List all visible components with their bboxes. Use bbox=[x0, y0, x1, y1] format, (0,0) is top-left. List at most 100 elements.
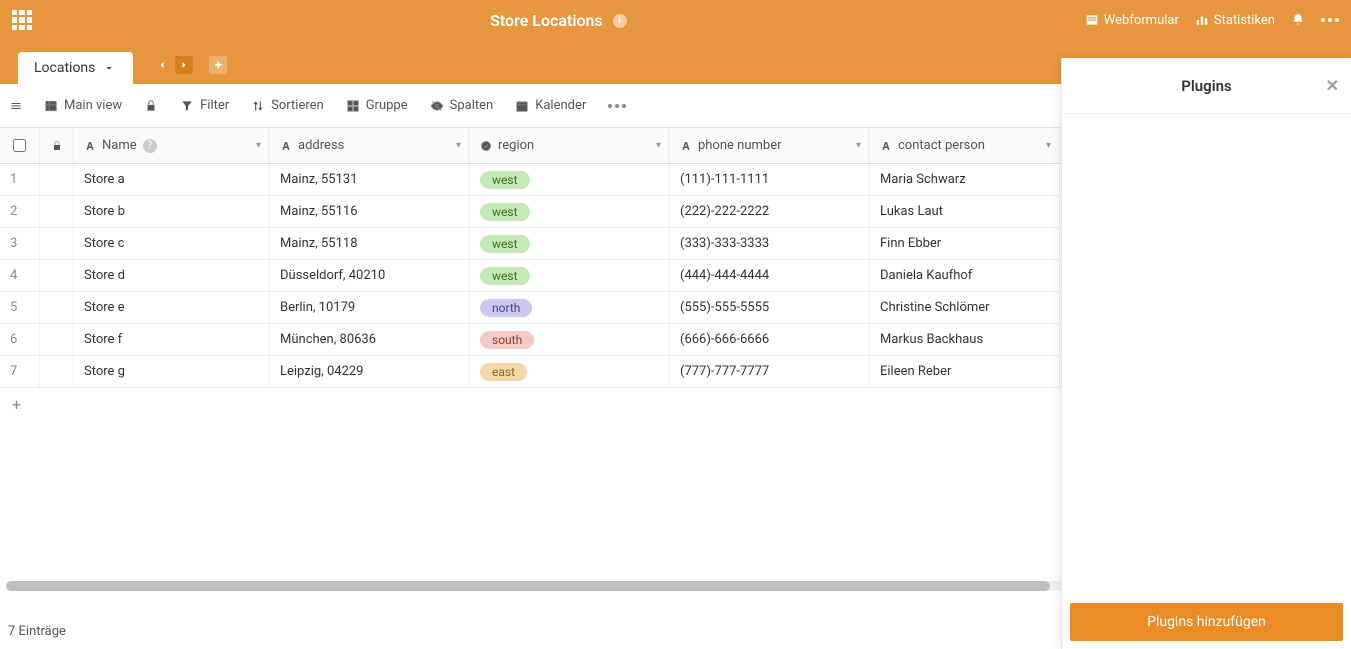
sort-icon bbox=[251, 99, 265, 113]
region-tag: east bbox=[480, 363, 527, 381]
columns-button[interactable]: Spalten bbox=[430, 98, 494, 113]
chevron-down-icon[interactable]: ▾ bbox=[1046, 140, 1051, 151]
text-type-icon bbox=[280, 140, 292, 152]
chart-icon bbox=[1195, 13, 1209, 27]
entries-count: 7 Einträge bbox=[8, 624, 66, 639]
tab-next-arrow[interactable] bbox=[175, 56, 193, 74]
cell-phone[interactable]: (333)-333-3333 bbox=[670, 228, 870, 259]
more-menu-icon[interactable] bbox=[1321, 18, 1339, 22]
header-checkbox[interactable] bbox=[0, 128, 40, 163]
cell-region[interactable]: north bbox=[470, 292, 670, 323]
row-number: 4 bbox=[0, 260, 40, 291]
cell-phone[interactable]: (666)-666-6666 bbox=[670, 324, 870, 355]
column-header-name[interactable]: Name ? ▾ bbox=[74, 128, 270, 163]
chevron-down-icon[interactable]: ▾ bbox=[856, 140, 861, 151]
cell-name[interactable]: Store d bbox=[74, 260, 270, 291]
info-icon[interactable]: i bbox=[613, 14, 627, 28]
tab-prev-arrow[interactable] bbox=[153, 56, 171, 74]
plugins-panel: Plugins ✕ Plugins hinzufügen bbox=[1061, 58, 1351, 649]
plugins-panel-footer: Plugins hinzufügen bbox=[1062, 595, 1351, 649]
sort-button[interactable]: Sortieren bbox=[251, 98, 324, 113]
cell-contact[interactable]: Lukas Laut bbox=[870, 196, 1060, 227]
cell-region[interactable]: east bbox=[470, 356, 670, 387]
cell-region[interactable]: south bbox=[470, 324, 670, 355]
cell-contact[interactable]: Christine Schlömer bbox=[870, 292, 1060, 323]
cell-contact[interactable]: Finn Ebber bbox=[870, 228, 1060, 259]
lock-icon bbox=[51, 140, 63, 152]
cell-phone[interactable]: (111)-111-1111 bbox=[670, 164, 870, 195]
toolbar-more-icon[interactable] bbox=[608, 104, 626, 108]
cell-contact[interactable]: Daniela Kaufhof bbox=[870, 260, 1060, 291]
chevron-down-icon[interactable]: ▾ bbox=[256, 140, 261, 151]
close-icon[interactable]: ✕ bbox=[1326, 76, 1339, 95]
tab-navigation: + bbox=[153, 56, 227, 74]
row-number: 3 bbox=[0, 228, 40, 259]
row-lock-cell bbox=[40, 356, 74, 387]
cell-address[interactable]: Mainz, 55118 bbox=[270, 228, 470, 259]
column-header-region[interactable]: region ▾ bbox=[470, 128, 670, 163]
chevron-down-icon[interactable]: ▾ bbox=[656, 140, 661, 151]
filter-icon bbox=[180, 99, 194, 113]
column-header-phone[interactable]: phone number ▾ bbox=[670, 128, 870, 163]
header-top-bar: Store Locations i Webformular Statistike… bbox=[0, 0, 1351, 40]
header-actions: Webformular Statistiken bbox=[1085, 13, 1339, 28]
column-header-address[interactable]: address ▾ bbox=[270, 128, 470, 163]
stats-link[interactable]: Statistiken bbox=[1195, 13, 1275, 28]
row-number: 5 bbox=[0, 292, 40, 323]
main-view-selector[interactable]: Main view bbox=[44, 98, 122, 113]
cell-address[interactable]: Düsseldorf, 40210 bbox=[270, 260, 470, 291]
column-header-contact[interactable]: contact person ▾ bbox=[870, 128, 1060, 163]
cell-phone[interactable]: (444)-444-4444 bbox=[670, 260, 870, 291]
tab-add-button[interactable]: + bbox=[209, 56, 227, 74]
scrollbar-thumb[interactable] bbox=[6, 581, 1050, 591]
header-lock bbox=[40, 128, 74, 163]
cell-name[interactable]: Store f bbox=[74, 324, 270, 355]
row-lock-cell bbox=[40, 324, 74, 355]
select-all-checkbox[interactable] bbox=[13, 139, 26, 152]
cell-name[interactable]: Store c bbox=[74, 228, 270, 259]
region-tag: west bbox=[480, 267, 530, 285]
webform-link[interactable]: Webformular bbox=[1085, 13, 1179, 28]
cell-contact[interactable]: Maria Schwarz bbox=[870, 164, 1060, 195]
region-tag: south bbox=[480, 331, 534, 349]
cell-name[interactable]: Store g bbox=[74, 356, 270, 387]
lock-icon[interactable] bbox=[144, 99, 158, 113]
cell-address[interactable]: München, 80636 bbox=[270, 324, 470, 355]
menu-icon[interactable] bbox=[10, 100, 22, 112]
cell-address[interactable]: Mainz, 55131 bbox=[270, 164, 470, 195]
row-number: 2 bbox=[0, 196, 40, 227]
cell-region[interactable]: west bbox=[470, 260, 670, 291]
cell-address[interactable]: Berlin, 10179 bbox=[270, 292, 470, 323]
filter-button[interactable]: Filter bbox=[180, 98, 229, 113]
group-button[interactable]: Gruppe bbox=[346, 98, 408, 113]
cell-name[interactable]: Store e bbox=[74, 292, 270, 323]
cell-region[interactable]: west bbox=[470, 164, 670, 195]
cell-contact[interactable]: Markus Backhaus bbox=[870, 324, 1060, 355]
row-number: 1 bbox=[0, 164, 40, 195]
calendar-button[interactable]: Kalender bbox=[515, 98, 586, 113]
cell-region[interactable]: west bbox=[470, 228, 670, 259]
help-icon[interactable]: ? bbox=[143, 139, 157, 153]
row-lock-cell bbox=[40, 228, 74, 259]
bell-icon[interactable] bbox=[1291, 13, 1305, 27]
row-lock-cell bbox=[40, 292, 74, 323]
apps-menu-icon[interactable] bbox=[12, 10, 32, 30]
row-lock-cell bbox=[40, 260, 74, 291]
cell-phone[interactable]: (555)-555-5555 bbox=[670, 292, 870, 323]
text-type-icon bbox=[680, 140, 692, 152]
cell-phone[interactable]: (777)-777-7777 bbox=[670, 356, 870, 387]
cell-address[interactable]: Mainz, 55116 bbox=[270, 196, 470, 227]
cell-contact[interactable]: Eileen Reber bbox=[870, 356, 1060, 387]
cell-address[interactable]: Leipzig, 04229 bbox=[270, 356, 470, 387]
cell-name[interactable]: Store a bbox=[74, 164, 270, 195]
plugins-add-button[interactable]: Plugins hinzufügen bbox=[1070, 603, 1343, 641]
cell-name[interactable]: Store b bbox=[74, 196, 270, 227]
plugins-panel-header: Plugins ✕ bbox=[1062, 58, 1351, 114]
chevron-down-icon[interactable]: ▾ bbox=[456, 140, 461, 151]
cell-phone[interactable]: (222)-222-2222 bbox=[670, 196, 870, 227]
form-icon bbox=[1085, 13, 1099, 27]
row-number: 7 bbox=[0, 356, 40, 387]
region-tag: west bbox=[480, 171, 530, 189]
cell-region[interactable]: west bbox=[470, 196, 670, 227]
tab-locations[interactable]: Locations bbox=[18, 52, 133, 84]
